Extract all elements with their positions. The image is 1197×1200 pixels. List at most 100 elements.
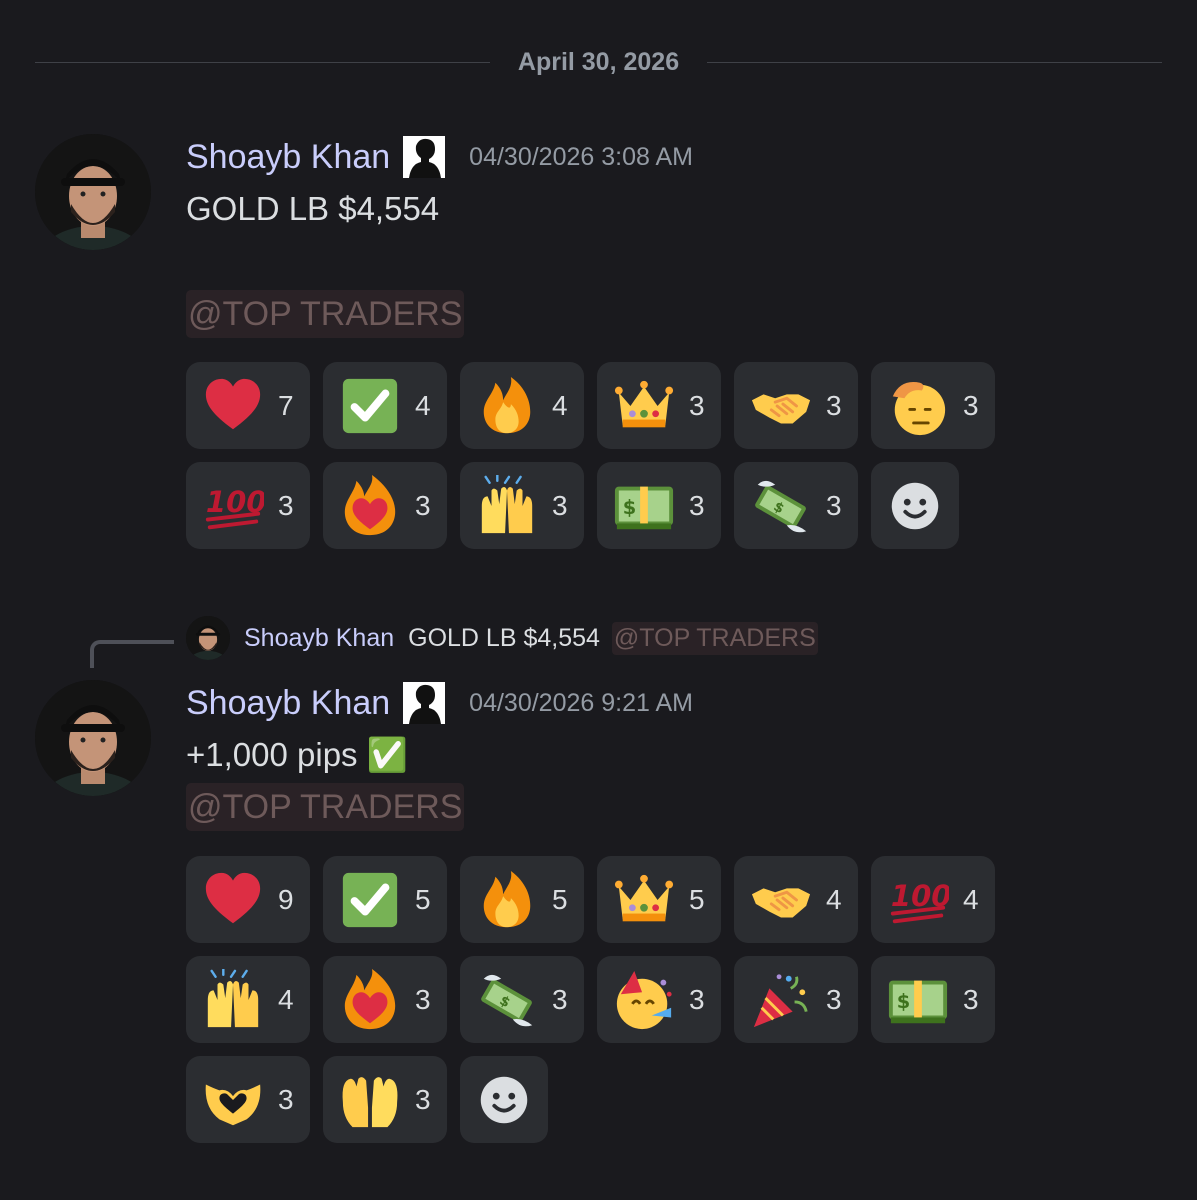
author-name[interactable]: Shoayb Khan	[186, 138, 390, 177]
divider-line-right	[707, 62, 1162, 63]
reaction-count: 3	[689, 389, 705, 421]
timestamp: 04/30/2026 3:08 AM	[469, 142, 693, 171]
chat-channel: April 30, 2026 Shoayb Khan 04/30/2026 3:…	[0, 0, 1197, 1200]
reaction-handshake[interactable]: 4	[734, 856, 858, 943]
money-with-wings-icon: $	[750, 475, 812, 537]
reaction-count: 3	[552, 983, 568, 1015]
check-mark-icon	[339, 869, 401, 931]
raising-hands-icon	[476, 474, 538, 537]
reaction-row: 7 4 4 3 3 3	[186, 362, 1008, 449]
fire-icon	[476, 869, 538, 931]
reaction-heart-on-fire[interactable]: 3	[323, 462, 447, 549]
role-badge-icon[interactable]	[403, 682, 446, 724]
reaction-count: 3	[552, 489, 568, 521]
palms-up-together-icon	[339, 1069, 401, 1131]
reaction-crown[interactable]: 3	[597, 362, 721, 449]
reaction-hundred-points[interactable]: 100 3	[186, 462, 310, 549]
hundred-points-icon: 100	[887, 869, 949, 931]
reaction-saluting-face[interactable]: 3	[871, 362, 995, 449]
reaction-fire[interactable]: 4	[460, 362, 584, 449]
reply-author[interactable]: Shoayb Khan	[244, 624, 394, 653]
reaction-fire[interactable]: 5	[460, 856, 584, 943]
reaction-count: 3	[278, 489, 294, 521]
reply-content: GOLD LB $4,554	[408, 623, 600, 652]
reaction-partying-face[interactable]: 3	[597, 956, 721, 1043]
dollar-banknote-icon: $	[887, 969, 949, 1031]
reaction-count: 3	[415, 1083, 431, 1115]
reaction-count: 9	[278, 883, 294, 915]
reaction-count: 5	[415, 883, 431, 915]
reaction-check-mark[interactable]: 5	[323, 856, 447, 943]
divider-date: April 30, 2026	[517, 48, 680, 76]
role-mention[interactable]: @TOP TRADERS	[186, 290, 465, 338]
message-content: GOLD LB $4,554	[186, 190, 440, 227]
reaction-handshake[interactable]: 3	[734, 362, 858, 449]
partying-face-icon	[613, 969, 675, 1031]
reaction-hundred-points[interactable]: 100 4	[871, 856, 995, 943]
reaction-row: 33	[186, 1056, 561, 1143]
heart-icon	[202, 375, 264, 437]
reaction-row: 100 3 3 3 $3 $3	[186, 462, 972, 549]
add-reaction-button[interactable]	[871, 462, 959, 549]
author-name[interactable]: Shoayb Khan	[186, 684, 390, 723]
svg-text:$: $	[897, 989, 910, 1012]
heart-on-fire-icon	[339, 968, 401, 1031]
svg-text:$: $	[623, 495, 636, 518]
reaction-count: 4	[963, 883, 979, 915]
reaction-dollar-banknote[interactable]: $3	[597, 462, 721, 549]
reaction-heart[interactable]: 7	[186, 362, 310, 449]
check-mark-icon	[339, 375, 401, 437]
reaction-heart[interactable]: 9	[186, 856, 310, 943]
reaction-count: 3	[963, 983, 979, 1015]
add-reaction-smiley-icon	[473, 1069, 535, 1131]
timestamp: 04/30/2026 9:21 AM	[469, 688, 693, 717]
reaction-count: 7	[278, 389, 294, 421]
reaction-heart-on-fire[interactable]: 3	[323, 956, 447, 1043]
reaction-count: 3	[415, 489, 431, 521]
reaction-raising-hands[interactable]: 4	[186, 956, 310, 1043]
date-divider: April 30, 2026	[35, 45, 1162, 81]
dollar-banknote-icon: $	[613, 475, 675, 537]
reaction-crown[interactable]: 5	[597, 856, 721, 943]
reaction-check-mark[interactable]: 4	[323, 362, 447, 449]
reaction-money-with-wings[interactable]: $3	[460, 956, 584, 1043]
reply-mention: @TOP TRADERS	[611, 621, 818, 655]
message-content: +1,000 pips ✅	[186, 736, 408, 773]
reaction-count: 4	[826, 883, 842, 915]
reaction-palms-up-together[interactable]: 3	[323, 1056, 447, 1143]
raising-hands-icon	[202, 968, 264, 1031]
handshake-icon	[750, 869, 812, 931]
reaction-count: 3	[689, 489, 705, 521]
role-badge-icon[interactable]	[403, 136, 446, 178]
reaction-count: 3	[826, 389, 842, 421]
money-with-wings-icon: $	[476, 969, 538, 1031]
reaction-row: 4 3 $3 3 3 $3	[186, 956, 1008, 1043]
reply-preview[interactable]: Shoayb Khan GOLD LB $4,554 @TOP TRADERS	[186, 616, 818, 660]
handshake-icon	[750, 375, 812, 437]
party-popper-icon	[750, 969, 812, 1031]
reaction-dollar-banknote[interactable]: $3	[871, 956, 995, 1043]
add-reaction-button[interactable]	[460, 1056, 548, 1143]
reaction-count: 4	[552, 389, 568, 421]
reaction-count: 3	[278, 1083, 294, 1115]
reaction-count: 4	[278, 983, 294, 1015]
reaction-count: 3	[826, 489, 842, 521]
reaction-count: 5	[552, 883, 568, 915]
reaction-money-with-wings[interactable]: $3	[734, 462, 858, 549]
reaction-count: 3	[826, 983, 842, 1015]
reaction-party-popper[interactable]: 3	[734, 956, 858, 1043]
role-mention[interactable]: @TOP TRADERS	[186, 783, 465, 831]
add-reaction-smiley-icon	[884, 475, 946, 537]
heart-on-fire-icon	[339, 474, 401, 537]
saluting-face-icon	[887, 375, 949, 437]
avatar[interactable]	[35, 680, 151, 796]
heart-icon	[202, 869, 264, 931]
reply-spine	[90, 640, 174, 668]
avatar[interactable]	[35, 134, 151, 250]
reaction-raising-hands[interactable]: 3	[460, 462, 584, 549]
reaction-count: 5	[689, 883, 705, 915]
reply-avatar[interactable]	[186, 616, 230, 660]
crown-icon	[613, 375, 675, 437]
reaction-row: 9 5 5 5 4 100 4	[186, 856, 1008, 943]
reaction-heart-hands[interactable]: 3	[186, 1056, 310, 1143]
